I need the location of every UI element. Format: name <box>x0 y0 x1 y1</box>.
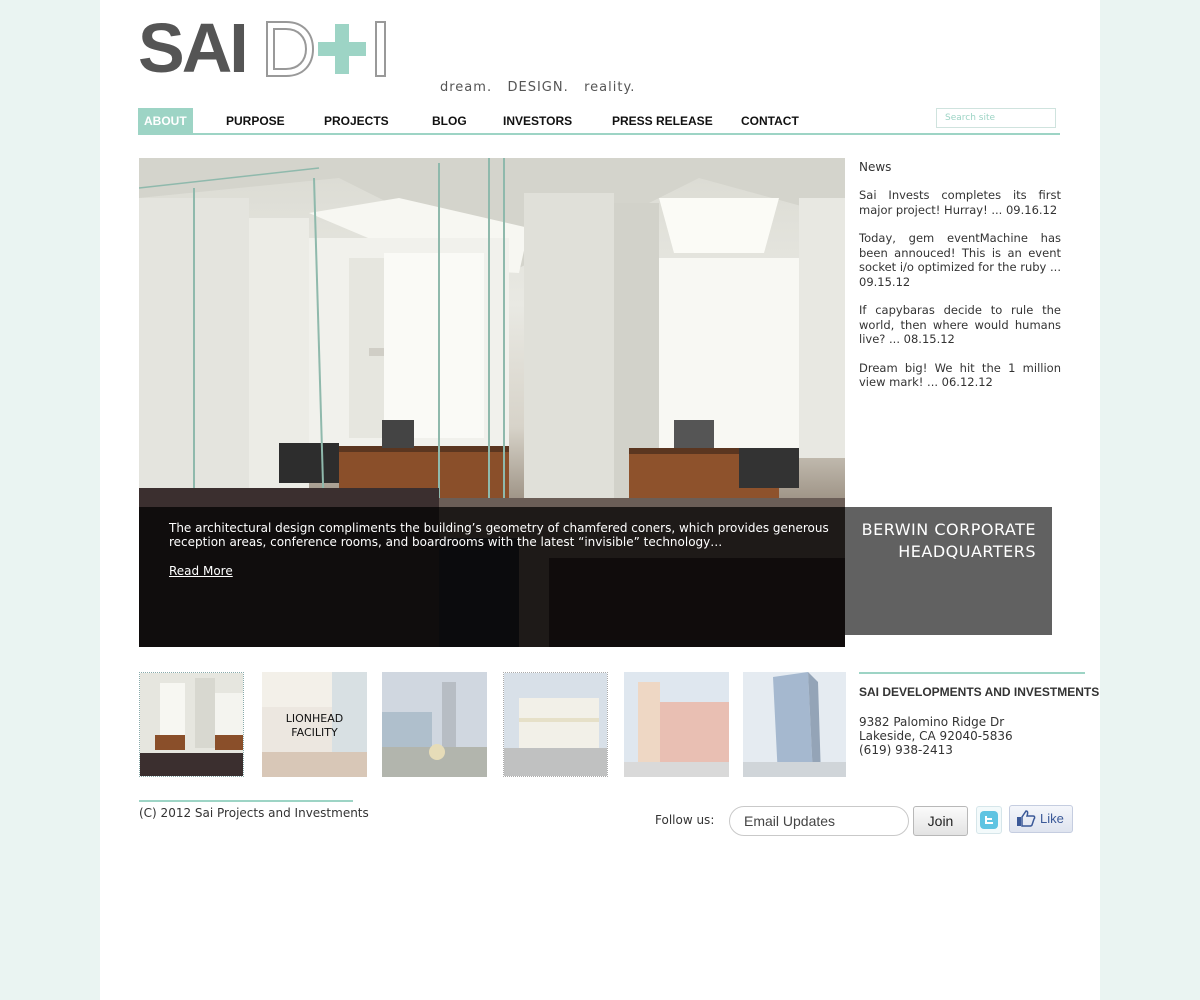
address-line-2: Lakeside, CA 92040-5836 <box>859 729 1013 743</box>
thumbnail-office[interactable] <box>139 672 244 777</box>
nav-press-release[interactable]: PRESS RELEASE <box>612 108 713 133</box>
thumbnail-fade <box>624 672 729 777</box>
company-info: SAI DEVELOPMENTS AND INVESTMENTS 9382 Pa… <box>859 672 1100 757</box>
hero-caption: The architectural design compliments the… <box>169 521 829 549</box>
thumbnail-label: LIONHEAD FACILITY <box>285 712 344 739</box>
nav-about[interactable]: ABOUT <box>138 108 193 133</box>
search-input[interactable] <box>936 108 1056 128</box>
footer-divider <box>139 800 353 802</box>
project-title: BERWIN CORPORATE HEADQUARTERS <box>861 520 1036 561</box>
thumbnail-fade <box>382 672 487 777</box>
main-nav: ABOUT PURPOSE PROJECTS BLOG INVESTORS PR… <box>138 108 1060 136</box>
news-panel: News Sai Invests completes its first maj… <box>859 158 1061 390</box>
hero-caption-box: The architectural design compliments the… <box>139 507 845 647</box>
news-item[interactable]: If capybaras decide to rule the world, t… <box>859 303 1061 347</box>
nav-contact[interactable]: CONTACT <box>741 108 799 133</box>
thumbnail-fade <box>743 672 846 777</box>
news-heading: News <box>859 160 892 174</box>
project-title-box: BERWIN CORPORATE HEADQUARTERS <box>845 507 1052 635</box>
address-line-1: 9382 Palomino Ridge Dr <box>859 715 1005 729</box>
join-button[interactable]: Join <box>913 806 968 836</box>
news-item[interactable]: Today, gem eventMachine has been annouce… <box>859 231 1061 289</box>
twitter-button[interactable] <box>976 806 1002 834</box>
thumbnail-lionhead[interactable]: LIONHEAD FACILITY <box>262 672 367 777</box>
office-interior-image <box>140 673 243 776</box>
logo-d-outline <box>266 21 315 77</box>
logo-i-outline <box>375 21 386 77</box>
follow-label: Follow us: <box>655 813 715 827</box>
phone-number: (619) 938-2413 <box>859 743 953 757</box>
thumbnail-street[interactable] <box>503 672 608 777</box>
nav-projects[interactable]: PROJECTS <box>324 108 389 133</box>
email-field[interactable] <box>729 806 909 836</box>
thumbnail-glass-tower[interactable] <box>743 672 846 777</box>
like-label: Like <box>1040 811 1064 826</box>
logo-sai-text: SAI <box>138 9 249 87</box>
nav-blog[interactable]: BLOG <box>432 108 467 133</box>
company-address: 9382 Palomino Ridge Dr Lakeside, CA 9204… <box>859 715 1085 757</box>
thumbs-up-icon <box>1017 810 1036 827</box>
twitter-icon <box>980 811 998 829</box>
page: SAI dream. DESIGN. reality. ABOUT PURPOS… <box>100 0 1100 1000</box>
copyright: (C) 2012 Sai Projects and Investments <box>139 806 369 820</box>
logo-plus-mark <box>318 24 366 74</box>
thumbnail-tower[interactable] <box>624 672 729 777</box>
nav-underline <box>138 133 1060 135</box>
company-name: SAI DEVELOPMENTS AND INVESTMENTS <box>859 685 1100 699</box>
nav-investors[interactable]: INVESTORS <box>503 108 572 133</box>
company-divider <box>859 672 1085 674</box>
tagline: dream. DESIGN. reality. <box>440 80 636 95</box>
hero-slideshow[interactable]: The architectural design compliments the… <box>139 158 845 647</box>
facebook-like-button[interactable]: Like <box>1009 805 1073 833</box>
thumbnail-plaza[interactable] <box>382 672 487 777</box>
nav-purpose[interactable]: PURPOSE <box>226 108 285 133</box>
thumbnail-fade <box>504 673 607 776</box>
read-more-link[interactable]: Read More <box>169 564 233 578</box>
news-item[interactable]: Sai Invests completes its first major pr… <box>859 188 1061 217</box>
news-item[interactable]: Dream big! We hit the 1 million view mar… <box>859 361 1061 390</box>
